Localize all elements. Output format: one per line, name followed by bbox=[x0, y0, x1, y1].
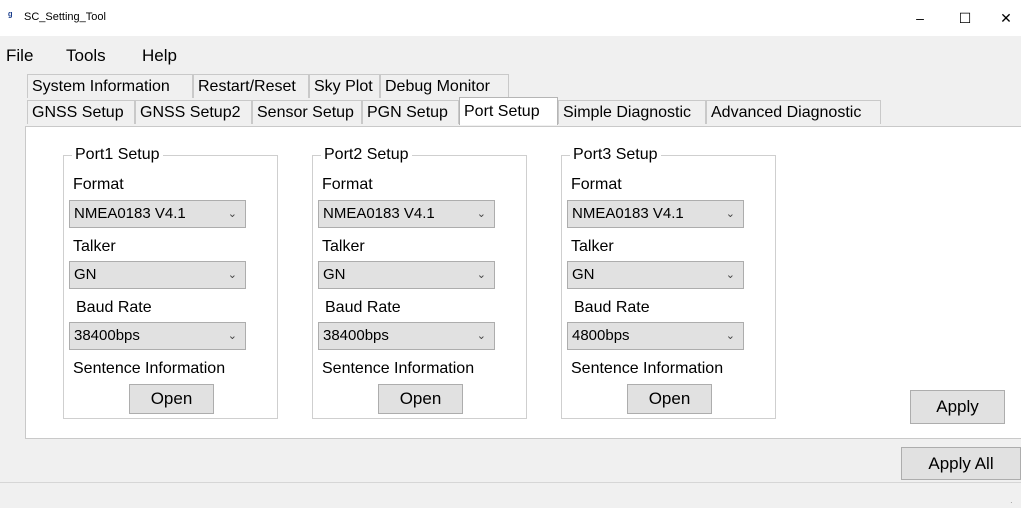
talker-label: Talker bbox=[571, 238, 614, 255]
baud-label: Baud Rate bbox=[574, 299, 650, 316]
baud-select[interactable]: 38400bps ⌄ bbox=[69, 322, 246, 350]
talker-label: Talker bbox=[73, 238, 116, 255]
format-value: NMEA0183 V4.1 bbox=[74, 205, 186, 222]
menu-bar: File Tools Help bbox=[0, 36, 1021, 66]
menu-help[interactable]: Help bbox=[142, 46, 177, 66]
tab-system-information[interactable]: System Information bbox=[27, 74, 193, 98]
tab-sensor-setup[interactable]: Sensor Setup bbox=[252, 100, 362, 124]
window-title: SC_Setting_Tool bbox=[24, 11, 106, 23]
menu-file[interactable]: File bbox=[6, 46, 33, 66]
format-label: Format bbox=[571, 176, 622, 193]
chevron-down-icon: ⌄ bbox=[725, 208, 735, 220]
status-bar: · bbox=[0, 482, 1021, 508]
baud-select[interactable]: 4800bps ⌄ bbox=[567, 322, 744, 350]
group-title: Port1 Setup bbox=[72, 146, 163, 164]
tab-port-setup[interactable]: Port Setup bbox=[459, 97, 558, 125]
port2-group: Port2 Setup Format NMEA0183 V4.1 ⌄ Talke… bbox=[312, 146, 527, 419]
open-button[interactable]: Open bbox=[627, 384, 712, 414]
format-value: NMEA0183 V4.1 bbox=[572, 205, 684, 222]
baud-value: 4800bps bbox=[572, 327, 630, 344]
sentence-label: Sentence Information bbox=[322, 360, 475, 377]
tab-advanced-diagnostic[interactable]: Advanced Diagnostic bbox=[706, 100, 881, 124]
baud-select[interactable]: 38400bps ⌄ bbox=[318, 322, 495, 350]
tab-sky-plot[interactable]: Sky Plot bbox=[309, 74, 380, 98]
baud-label: Baud Rate bbox=[325, 299, 401, 316]
tab-row-2: GNSS Setup GNSS Setup2 Sensor Setup PGN … bbox=[27, 97, 887, 126]
baud-value: 38400bps bbox=[74, 327, 140, 344]
open-button[interactable]: Open bbox=[129, 384, 214, 414]
tab-gnss-setup[interactable]: GNSS Setup bbox=[27, 100, 135, 124]
chevron-down-icon: ⌄ bbox=[476, 330, 486, 342]
talker-select[interactable]: GN ⌄ bbox=[69, 261, 246, 289]
chevron-down-icon: ⌄ bbox=[725, 330, 735, 342]
talker-value: GN bbox=[572, 266, 595, 283]
maximize-button[interactable]: ☐ bbox=[947, 6, 983, 30]
title-bar: ᵍ SC_Setting_Tool – ☐ ✕ bbox=[0, 0, 1021, 36]
tab-restart-reset[interactable]: Restart/Reset bbox=[193, 74, 309, 98]
chevron-down-icon: ⌄ bbox=[476, 269, 486, 281]
chevron-down-icon: ⌄ bbox=[725, 269, 735, 281]
tab-row-1: System Information Restart/Reset Sky Plo… bbox=[27, 74, 527, 100]
format-label: Format bbox=[73, 176, 124, 193]
talker-label: Talker bbox=[322, 238, 365, 255]
tab-debug-monitor[interactable]: Debug Monitor bbox=[380, 74, 509, 98]
chevron-down-icon: ⌄ bbox=[476, 208, 486, 220]
group-title: Port2 Setup bbox=[321, 146, 412, 164]
resize-grip-icon[interactable]: · bbox=[1010, 498, 1018, 507]
format-label: Format bbox=[322, 176, 373, 193]
chevron-down-icon: ⌄ bbox=[227, 269, 237, 281]
tab-simple-diagnostic[interactable]: Simple Diagnostic bbox=[558, 100, 706, 124]
minimize-button[interactable]: – bbox=[902, 6, 938, 30]
format-select[interactable]: NMEA0183 V4.1 ⌄ bbox=[567, 200, 744, 228]
open-button[interactable]: Open bbox=[378, 384, 463, 414]
tab-gnss-setup2[interactable]: GNSS Setup2 bbox=[135, 100, 252, 124]
format-select[interactable]: NMEA0183 V4.1 ⌄ bbox=[318, 200, 495, 228]
sentence-label: Sentence Information bbox=[571, 360, 724, 377]
menu-tools[interactable]: Tools bbox=[66, 46, 106, 66]
baud-label: Baud Rate bbox=[76, 299, 152, 316]
chevron-down-icon: ⌄ bbox=[227, 330, 237, 342]
app-icon: ᵍ bbox=[8, 10, 13, 22]
format-value: NMEA0183 V4.1 bbox=[323, 205, 435, 222]
apply-all-button[interactable]: Apply All bbox=[901, 447, 1021, 480]
port3-group: Port3 Setup Format NMEA0183 V4.1 ⌄ Talke… bbox=[561, 146, 776, 419]
close-button[interactable]: ✕ bbox=[988, 6, 1021, 30]
talker-select[interactable]: GN ⌄ bbox=[567, 261, 744, 289]
tab-pgn-setup[interactable]: PGN Setup bbox=[362, 100, 459, 124]
group-title: Port3 Setup bbox=[570, 146, 661, 164]
talker-value: GN bbox=[74, 266, 97, 283]
talker-value: GN bbox=[323, 266, 346, 283]
sentence-label: Sentence Information bbox=[73, 360, 226, 377]
format-select[interactable]: NMEA0183 V4.1 ⌄ bbox=[69, 200, 246, 228]
apply-button[interactable]: Apply bbox=[910, 390, 1005, 424]
baud-value: 38400bps bbox=[323, 327, 389, 344]
talker-select[interactable]: GN ⌄ bbox=[318, 261, 495, 289]
chevron-down-icon: ⌄ bbox=[227, 208, 237, 220]
port1-group: Port1 Setup Format NMEA0183 V4.1 ⌄ Talke… bbox=[63, 146, 278, 419]
